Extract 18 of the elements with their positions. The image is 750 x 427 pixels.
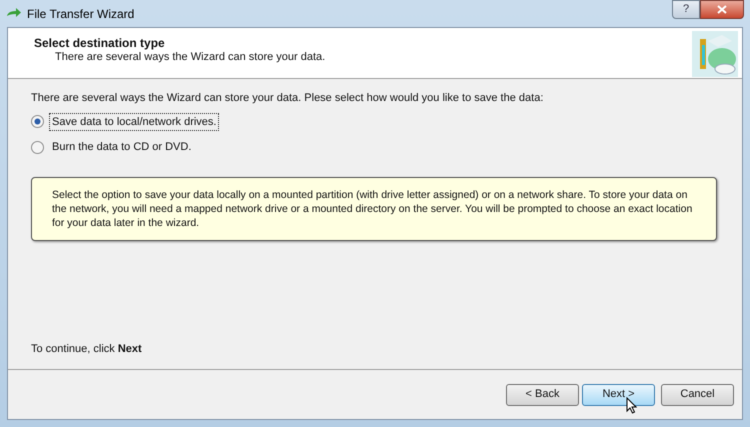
- window-title: File Transfer Wizard: [27, 6, 134, 22]
- continue-hint: To continue, click Next: [31, 342, 143, 356]
- option-label[interactable]: Save data to local/network drives.: [49, 112, 220, 131]
- wizard-button[interactable]: Cancel: [661, 384, 734, 406]
- header-subtitle: There are several ways the Wizard can store your data.: [54, 50, 326, 64]
- wizard-button[interactable]: < Back: [506, 384, 579, 406]
- wizard-button[interactable]: Next >: [582, 384, 655, 406]
- cursor-icon: [626, 396, 637, 414]
- radio-button[interactable]: [31, 115, 44, 128]
- radio-button[interactable]: [31, 140, 44, 154]
- arrow-icon: [6, 8, 22, 20]
- close-button[interactable]: [700, 0, 744, 19]
- help-button[interactable]: ?: [672, 0, 700, 19]
- header-title: Select destination type: [34, 36, 166, 50]
- close-icon: [717, 5, 727, 14]
- prompt-text: There are several ways the Wizard can store your data. Plese select how would you like to save the data:: [31, 91, 544, 106]
- option-label[interactable]: Burn the data to CD or DVD.: [49, 138, 194, 156]
- info-message: Select the option to save your data locally on a mounted partition (with drive letter assigned) or on a network share. To store your data on the network, you will need a mapped network drive or a mounted directory on the server. You will be prompted to choose an exact location for your data later in the wizard.: [31, 176, 717, 240]
